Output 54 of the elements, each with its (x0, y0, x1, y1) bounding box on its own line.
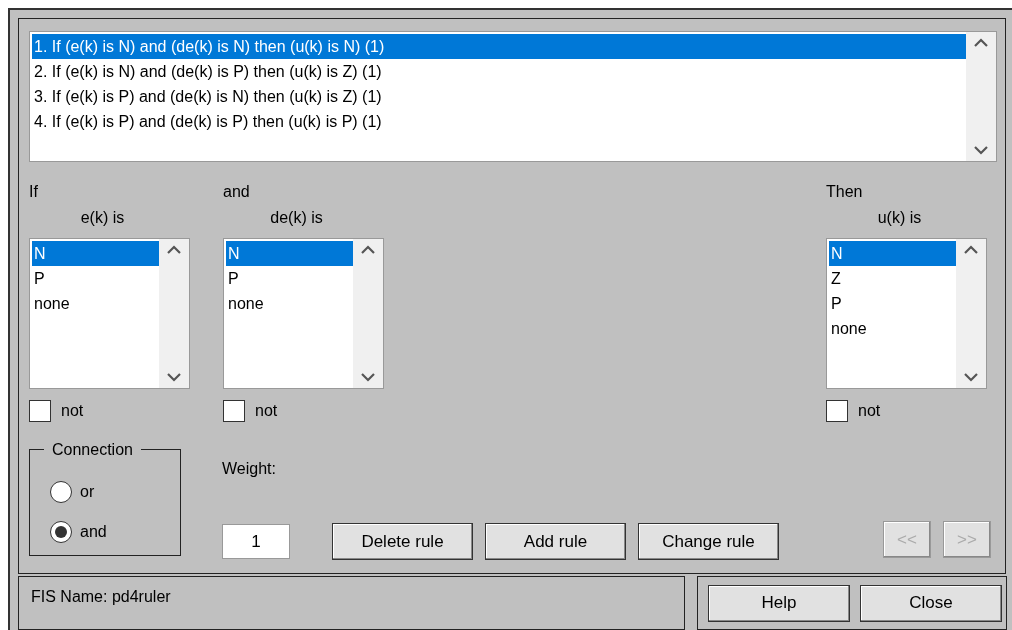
rule-item[interactable]: 2. If (e(k) is N) and (de(k) is P) then (u(k) is Z) (1) (32, 59, 966, 84)
term-item[interactable]: N (32, 241, 159, 266)
checkbox-label: not (858, 401, 881, 421)
scrollbar[interactable] (956, 239, 986, 388)
term-item[interactable]: none (32, 291, 159, 316)
term-list[interactable]: N P none (223, 238, 384, 389)
scroll-down-icon[interactable] (974, 146, 988, 155)
checkbox-label: not (255, 401, 278, 421)
scrollbar[interactable] (966, 32, 996, 161)
variable-label: e(k) is (79, 208, 126, 228)
scrollbar[interactable] (353, 239, 383, 388)
column-heading: If (29, 182, 39, 202)
scroll-down-icon[interactable] (361, 373, 375, 382)
term-list[interactable]: N Z P none (826, 238, 987, 389)
fis-name: FIS Name: pd4ruler (31, 588, 171, 605)
scrollbar[interactable] (159, 239, 189, 388)
scroll-up-icon[interactable] (974, 38, 988, 47)
radio-button[interactable] (50, 481, 72, 503)
rule-item[interactable]: 3. If (e(k) is P) and (de(k) is N) then (u(k) is Z) (1) (32, 84, 966, 109)
action-button[interactable]: Delete rule (332, 523, 473, 560)
rule-list[interactable] (29, 31, 997, 162)
checkbox-label: not (61, 401, 84, 421)
term-item[interactable]: N (829, 241, 956, 266)
not-checkbox[interactable] (826, 400, 848, 422)
action-button[interactable]: Add rule (485, 523, 626, 560)
term-item[interactable]: none (829, 316, 956, 341)
variable-label: u(k) is (876, 208, 923, 228)
scroll-up-icon[interactable] (167, 245, 181, 254)
not-checkbox[interactable] (29, 400, 51, 422)
radio-label: or (80, 482, 95, 502)
term-item[interactable]: P (829, 291, 956, 316)
term-list[interactable]: N P none (29, 238, 190, 389)
footer-button[interactable]: Help (708, 584, 850, 622)
scroll-up-icon[interactable] (361, 245, 375, 254)
column-heading: Then (826, 182, 864, 202)
weight-field[interactable]: 1 (222, 524, 290, 559)
scroll-up-icon[interactable] (964, 245, 978, 254)
weight-label: Weight: (222, 459, 277, 479)
term-item[interactable]: none (226, 291, 353, 316)
variable-label: de(k) is (269, 208, 324, 228)
action-button[interactable]: Change rule (638, 523, 779, 560)
term-item[interactable]: Z (829, 266, 956, 291)
rule-item[interactable]: 4. If (e(k) is P) and (de(k) is P) then (u(k) is P) (1) (32, 109, 966, 134)
rule-item[interactable]: 1. If (e(k) is N) and (de(k) is N) then (u(k) is N) (1) (32, 34, 966, 59)
footer-button[interactable]: Close (860, 584, 1002, 622)
scroll-down-icon[interactable] (167, 373, 181, 382)
term-item[interactable]: P (226, 266, 353, 291)
term-item[interactable]: N (226, 241, 353, 266)
column-heading: and (223, 182, 251, 202)
scroll-down-icon[interactable] (964, 373, 978, 382)
not-checkbox[interactable] (223, 400, 245, 422)
radio-button[interactable] (50, 521, 72, 543)
term-item[interactable]: P (32, 266, 159, 291)
radio-label: and (80, 522, 107, 542)
